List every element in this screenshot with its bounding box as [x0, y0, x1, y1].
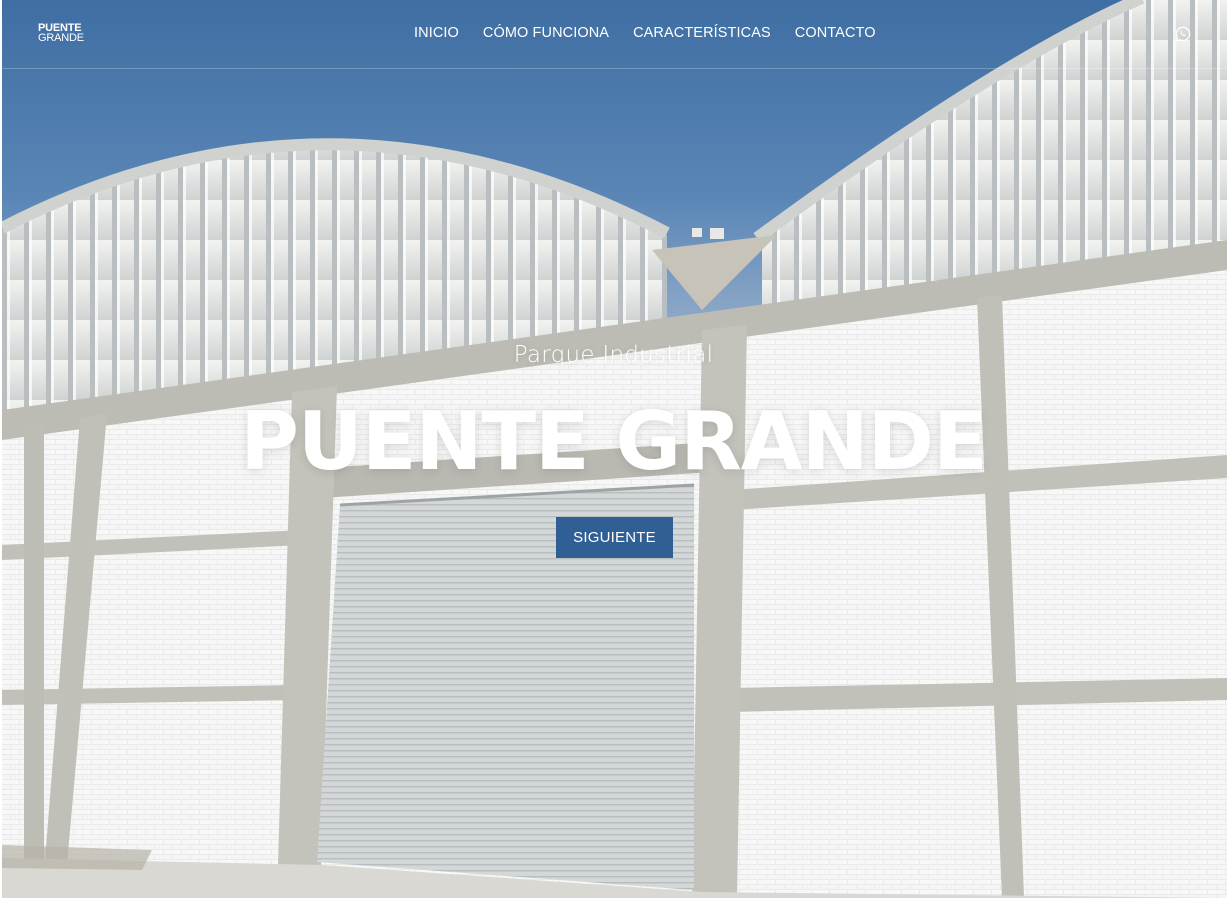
logo[interactable]: PUENTE GRANDE	[38, 23, 84, 44]
hero-subtitle: Parque Industrial	[513, 342, 714, 368]
hero: Parque Industrial PUENTE GRANDE SIGUIENT…	[0, 0, 1227, 898]
page: PUENTE GRANDE INICIO CÓMO FUNCIONA CARAC…	[0, 0, 1227, 898]
main-nav: INICIO CÓMO FUNCIONA CARACTERÍSTICAS CON…	[414, 25, 876, 41]
siguiente-button[interactable]: SIGUIENTE	[556, 517, 673, 558]
nav-item-inicio[interactable]: INICIO	[414, 25, 459, 41]
logo-line-2: GRANDE	[38, 32, 84, 44]
site-header: PUENTE GRANDE INICIO CÓMO FUNCIONA CARAC…	[2, 0, 1227, 69]
whatsapp-icon[interactable]	[1175, 26, 1191, 42]
hero-title: PUENTE GRANDE	[240, 395, 987, 488]
nav-item-caracteristicas[interactable]: CARACTERÍSTICAS	[633, 25, 771, 41]
nav-item-contacto[interactable]: CONTACTO	[795, 25, 876, 41]
nav-item-como-funciona[interactable]: CÓMO FUNCIONA	[483, 25, 609, 41]
